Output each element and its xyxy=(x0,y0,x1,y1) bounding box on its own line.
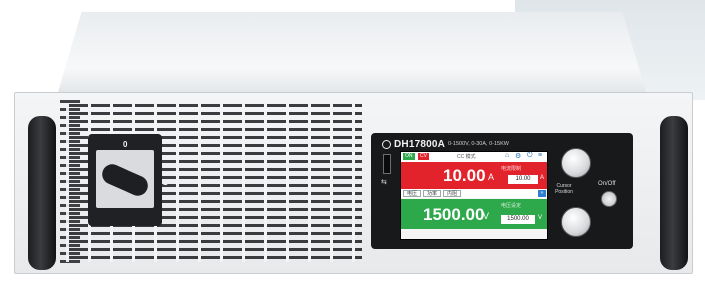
usb-port[interactable] xyxy=(383,154,391,174)
tab-power[interactable]: 功率 xyxy=(423,190,442,197)
brand-logo-icon xyxy=(382,140,391,149)
spec-text: 0-1500V, 0-30A, 0-15KW xyxy=(448,141,509,147)
cursor-position-label: Cursor Position xyxy=(555,183,573,195)
collapse-icon[interactable]: » xyxy=(538,190,546,197)
settings-icon[interactable]: ⚙ xyxy=(515,152,521,160)
tab-voltage[interactable]: 电压 xyxy=(403,190,422,197)
upper-rotary-knob[interactable] xyxy=(561,148,591,178)
voltage-readout: 1500.00 V 电压设定 1500.00 V xyxy=(401,199,547,229)
power-icon[interactable]: ⏻ xyxy=(527,152,533,160)
voltage-unit: V xyxy=(483,211,490,221)
current-limit-field[interactable]: 10.00 xyxy=(508,175,538,184)
voltage-set-label: 电压设定 xyxy=(501,203,522,209)
lower-rotary-knob[interactable] xyxy=(561,207,591,237)
current-value: 10.00 xyxy=(443,166,486,185)
onoff-label: On/Off xyxy=(598,181,616,187)
usb-icon: ⇆ xyxy=(381,179,387,186)
right-handle[interactable] xyxy=(660,116,688,270)
mode-tabs: 电压 功率 内阻 » xyxy=(401,189,547,198)
status-badge-cv: CV xyxy=(418,153,429,160)
model-name: DH17800A xyxy=(382,139,445,150)
lock-icon[interactable]: ⌂ xyxy=(505,152,509,159)
menu-icon[interactable]: ≡ xyxy=(538,152,542,159)
status-badge-on: ON xyxy=(403,153,415,160)
switch-on-mark: 1 xyxy=(163,178,168,187)
current-readout: 10.00 A 电流限制 10.00 A xyxy=(401,162,547,189)
mode-status: CC 模式 xyxy=(457,154,476,160)
voltage-set-field[interactable]: 1500.00 xyxy=(501,215,535,224)
current-limit-label: 电流限制 xyxy=(501,166,522,172)
model-label: DH17800A xyxy=(394,139,446,150)
status-bar: ON CV CC 模式 ⌂ ⚙ ⏻ ≡ xyxy=(401,152,547,162)
voltage-set-unit: V xyxy=(538,215,543,221)
lcd-screen[interactable]: ON CV CC 模式 ⌂ ⚙ ⏻ ≡ 10.00 A 电流限制 10.00 A… xyxy=(400,151,548,240)
left-handle[interactable] xyxy=(28,116,56,270)
tab-resistance[interactable]: 内阻 xyxy=(443,190,462,197)
switch-off-mark: 0 xyxy=(123,140,128,149)
chassis-top xyxy=(58,12,646,92)
current-unit: A xyxy=(488,172,495,182)
voltage-value: 1500.00 xyxy=(423,205,485,224)
current-limit-unit: A xyxy=(540,175,545,181)
onoff-button[interactable] xyxy=(601,191,617,207)
